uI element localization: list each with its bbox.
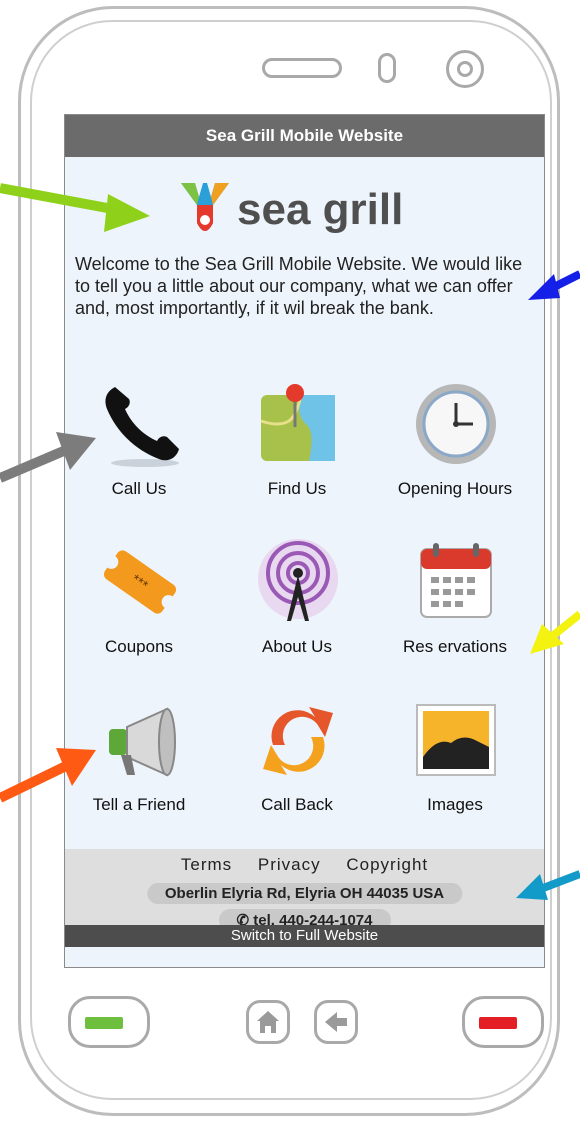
menu-item-about-us[interactable]: About Us	[227, 539, 367, 679]
site-title: Sea Grill Mobile Website	[65, 115, 544, 157]
menu-item-find-us[interactable]: Find Us	[227, 381, 367, 521]
switch-to-full-website-link[interactable]: Switch to Full Website	[65, 925, 544, 947]
gray-arrow-icon	[0, 432, 96, 483]
clock-icon	[416, 384, 496, 464]
front-camera-icon	[446, 50, 484, 88]
ticket-icon: ***	[103, 550, 177, 614]
menu-item-images[interactable]: Images	[385, 697, 525, 837]
image-icon	[416, 704, 496, 776]
copyright-link[interactable]: Copyright	[346, 855, 428, 874]
menu-label: About Us	[262, 637, 332, 656]
trident-logo-icon	[181, 183, 229, 231]
menu-label: Images	[427, 795, 483, 814]
logo-text: sea grill	[237, 185, 404, 234]
menu-label: Res ervations	[403, 637, 507, 656]
sea-grill-logo[interactable]: sea grill	[173, 173, 433, 243]
antenna-icon	[258, 539, 338, 621]
speaker-grill	[262, 58, 342, 78]
footer: Terms Privacy Copyright Oberlin Elyria R…	[65, 849, 544, 947]
menu-item-opening-hours[interactable]: Opening Hours	[385, 381, 525, 521]
menu-item-reservations[interactable]: Res ervations	[385, 539, 525, 679]
footer-links: Terms Privacy Copyright	[65, 855, 544, 875]
home-button[interactable]	[246, 1000, 290, 1044]
back-arrow-icon	[325, 1012, 347, 1032]
menu-item-coupons[interactable]: *** Coupons	[69, 539, 209, 679]
menu-label: Opening Hours	[397, 479, 513, 498]
address-pill[interactable]: Oberlin Elyria Rd, Elyria OH 44035 USA	[146, 883, 463, 904]
phone-icon	[105, 387, 179, 467]
menu-item-call-back[interactable]: Call Back	[227, 697, 367, 837]
intro-text: Welcome to the Sea Grill Mobile Website.…	[75, 254, 523, 318]
orange-arrow-icon	[0, 748, 96, 803]
cyan-arrow-icon	[516, 870, 580, 900]
map-icon	[260, 384, 335, 461]
refresh-icon	[263, 707, 333, 775]
menu-label: Find Us	[267, 479, 327, 498]
proximity-sensor	[378, 53, 396, 83]
call-green-bar	[85, 1017, 123, 1029]
menu-label: Call Back	[261, 795, 333, 814]
megaphone-icon	[109, 707, 176, 777]
end-call-button[interactable]	[462, 996, 544, 1048]
menu-label: Coupons	[104, 637, 174, 656]
privacy-link[interactable]: Privacy	[258, 855, 321, 874]
terms-link[interactable]: Terms	[181, 855, 232, 874]
back-button[interactable]	[314, 1000, 358, 1044]
calendar-icon	[420, 543, 492, 618]
green-arrow-icon	[0, 183, 150, 232]
yellow-arrow-icon	[530, 610, 580, 654]
blue-arrow-icon	[528, 270, 580, 300]
home-icon	[257, 1011, 279, 1033]
call-button[interactable]	[68, 996, 150, 1048]
end-call-red-bar	[479, 1017, 517, 1029]
